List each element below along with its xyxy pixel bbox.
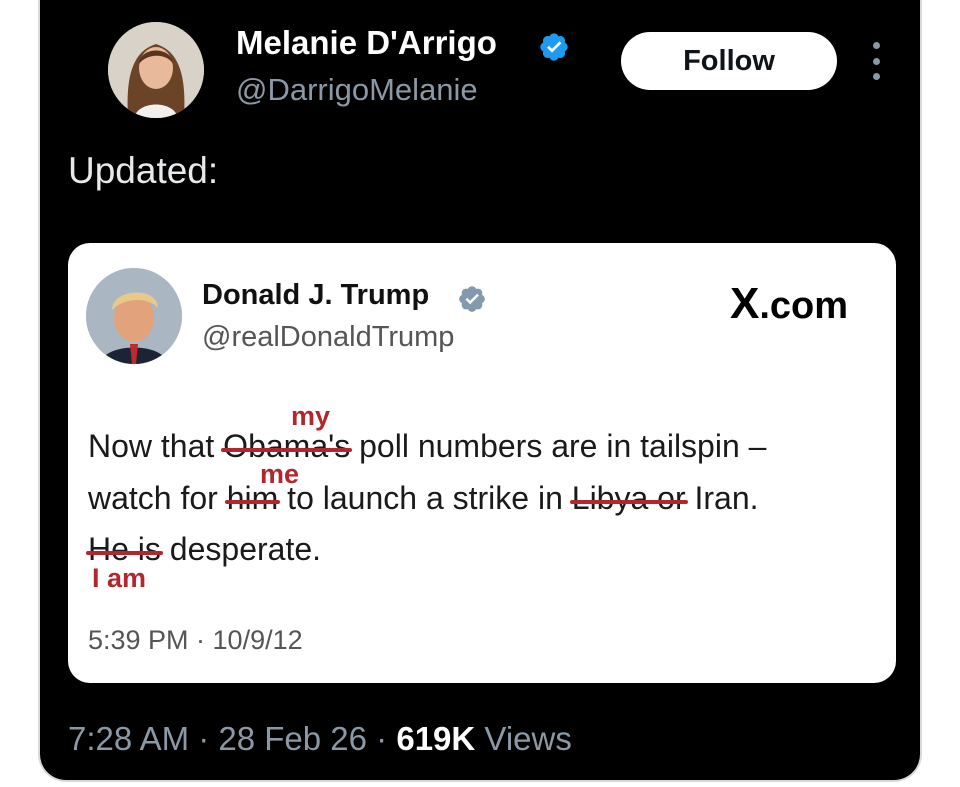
follow-button[interactable]: Follow	[621, 32, 837, 90]
quoted-text-line-1: Now that Obama's poll numbers are in tai…	[88, 428, 766, 465]
quoted-text-line-2: watch for him to launch a strike in Liby…	[88, 480, 759, 517]
line3-after: desperate.	[160, 531, 322, 567]
quoted-author-avatar	[86, 268, 182, 364]
line1-before: Now that	[88, 428, 224, 464]
correction-me: me	[260, 459, 300, 489]
more-vertical-icon[interactable]	[868, 42, 884, 80]
quoted-handle: @realDonaldTrump	[202, 321, 455, 353]
quoted-tweet-card[interactable]: Donald J. Trump @realDonaldTrump X.com N…	[68, 243, 896, 683]
correction-my: my	[291, 401, 331, 431]
quoted-timestamp: 5:39 PM · 10/9/12	[88, 625, 303, 655]
line1-after: poll numbers are in tailspin –	[350, 428, 767, 464]
line2-middle: to launch a strike in	[278, 480, 572, 516]
author-avatar[interactable]	[108, 22, 204, 118]
xcom-logo: X.com	[730, 279, 848, 329]
x-logo-icon: X	[730, 279, 760, 328]
quoted-verified-badge-icon	[459, 286, 485, 312]
author-display-name[interactable]: Melanie D'Arrigo	[236, 24, 497, 62]
correction-i-am: I am	[92, 563, 147, 593]
quoted-author-photo-icon	[86, 268, 182, 364]
author-handle[interactable]: @DarrigoMelanie	[236, 72, 478, 108]
xcom-logo-suffix: .com	[759, 285, 849, 327]
tweet-card: Melanie D'Arrigo @DarrigoMelanie Follow …	[38, 0, 922, 782]
quoted-display-name: Donald J. Trump	[202, 279, 430, 311]
verified-badge-icon	[540, 33, 568, 61]
tweet-meta: 7:28 AM · 28 Feb 26 · 619K Views	[68, 720, 572, 758]
tweet-text: Updated:	[68, 150, 219, 191]
tweet-timestamp[interactable]: 7:28 AM · 28 Feb 26 ·	[68, 720, 396, 757]
author-photo-icon	[108, 22, 204, 118]
line2-struck-text-2: Libya or	[569, 480, 688, 516]
line2-before: watch for	[88, 480, 227, 516]
views-count[interactable]: 619K	[396, 720, 475, 757]
views-label: Views	[475, 720, 572, 757]
line2-after: Iran.	[685, 480, 759, 516]
